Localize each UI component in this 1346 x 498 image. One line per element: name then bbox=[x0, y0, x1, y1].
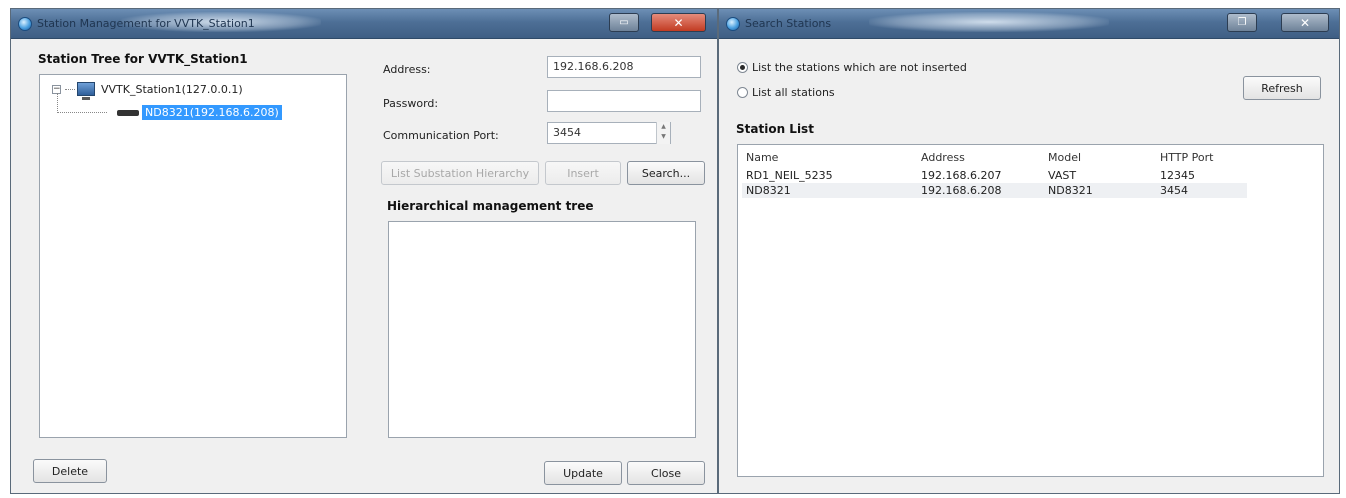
cell-model: VAST bbox=[1048, 169, 1077, 182]
address-label: Address: bbox=[383, 63, 431, 76]
table-header-row: Name Address Model HTTP Port bbox=[742, 147, 1247, 168]
tree-root-node[interactable]: − VVTK_Station1(127.0.0.1) bbox=[52, 82, 243, 100]
update-button[interactable]: Update bbox=[544, 461, 622, 485]
radio-all-label: List all stations bbox=[752, 86, 835, 99]
column-header-model[interactable]: Model bbox=[1044, 147, 1156, 168]
device-icon bbox=[117, 109, 139, 116]
column-header-address[interactable]: Address bbox=[917, 147, 1044, 168]
station-management-window: Station Management for VVTK_Station1 ▭ ✕… bbox=[10, 8, 718, 494]
radio-checked-icon bbox=[737, 62, 748, 73]
restore-button[interactable]: ▭ bbox=[609, 13, 639, 32]
station-list-heading: Station List bbox=[736, 122, 814, 136]
station-tree[interactable]: − VVTK_Station1(127.0.0.1) ND8321(192.16… bbox=[39, 74, 347, 438]
help-icon[interactable]: ❐ bbox=[1227, 13, 1257, 32]
password-field[interactable] bbox=[547, 90, 701, 112]
app-icon bbox=[726, 17, 740, 31]
table-row[interactable]: RD1_NEIL_5235 192.168.6.207 VAST 12345 bbox=[742, 168, 1247, 183]
cell-name: ND8321 bbox=[742, 183, 917, 198]
radio-all-stations[interactable]: List all stations bbox=[737, 86, 835, 99]
radio-not-inserted[interactable]: List the stations which are not inserted bbox=[737, 61, 967, 74]
tree-child-label: ND8321(192.168.6.208) bbox=[142, 105, 282, 120]
column-header-http-port[interactable]: HTTP Port bbox=[1156, 147, 1247, 168]
hierarchical-tree-heading: Hierarchical management tree bbox=[387, 199, 594, 213]
cell-model: ND8321 bbox=[1044, 183, 1156, 198]
insert-button[interactable]: Insert bbox=[545, 161, 621, 185]
port-stepper[interactable]: ▲ ▼ bbox=[656, 122, 670, 144]
cell-address: 192.168.6.207 bbox=[921, 169, 1002, 182]
close-button[interactable]: Close bbox=[627, 461, 705, 485]
cell-http-port: 12345 bbox=[1160, 169, 1195, 182]
search-stations-window: Search Stations ❐ ✕ List the stations wh… bbox=[718, 8, 1340, 494]
close-icon[interactable]: ✕ bbox=[1281, 13, 1329, 32]
computer-icon bbox=[77, 82, 95, 100]
close-icon[interactable]: ✕ bbox=[651, 13, 706, 32]
delete-button[interactable]: Delete bbox=[33, 459, 107, 483]
column-header-name[interactable]: Name bbox=[742, 147, 917, 168]
list-substation-button[interactable]: List Substation Hierarchy bbox=[381, 161, 539, 185]
left-titlebar[interactable]: Station Management for VVTK_Station1 ▭ ✕ bbox=[11, 9, 717, 39]
address-field[interactable]: 192.168.6.208 bbox=[547, 56, 701, 78]
right-titlebar[interactable]: Search Stations ❐ ✕ bbox=[719, 9, 1339, 39]
password-label: Password: bbox=[383, 97, 439, 110]
hierarchical-tree[interactable] bbox=[388, 221, 696, 438]
cell-name: RD1_NEIL_5235 bbox=[746, 169, 833, 182]
left-window-title: Station Management for VVTK_Station1 bbox=[37, 17, 255, 30]
radio-unchecked-icon bbox=[737, 87, 748, 98]
refresh-button[interactable]: Refresh bbox=[1243, 76, 1321, 100]
table-row[interactable]: ND8321 192.168.6.208 ND8321 3454 bbox=[742, 183, 1247, 198]
port-label: Communication Port: bbox=[383, 129, 499, 142]
cell-http-port: 3454 bbox=[1156, 183, 1247, 198]
tree-root-label: VVTK_Station1(127.0.0.1) bbox=[101, 82, 243, 96]
radio-not-inserted-label: List the stations which are not inserted bbox=[752, 61, 967, 74]
search-button[interactable]: Search... bbox=[627, 161, 705, 185]
station-tree-heading: Station Tree for VVTK_Station1 bbox=[38, 52, 248, 66]
port-field[interactable]: 3454 bbox=[547, 122, 671, 144]
tree-child-node[interactable]: ND8321(192.168.6.208) bbox=[117, 105, 282, 120]
app-icon bbox=[18, 17, 32, 31]
cell-address: 192.168.6.208 bbox=[917, 183, 1044, 198]
right-window-title: Search Stations bbox=[745, 17, 832, 30]
station-table: Name Address Model HTTP Port RD1_NEIL_52… bbox=[742, 147, 1247, 198]
station-list[interactable]: Name Address Model HTTP Port RD1_NEIL_52… bbox=[737, 144, 1324, 477]
